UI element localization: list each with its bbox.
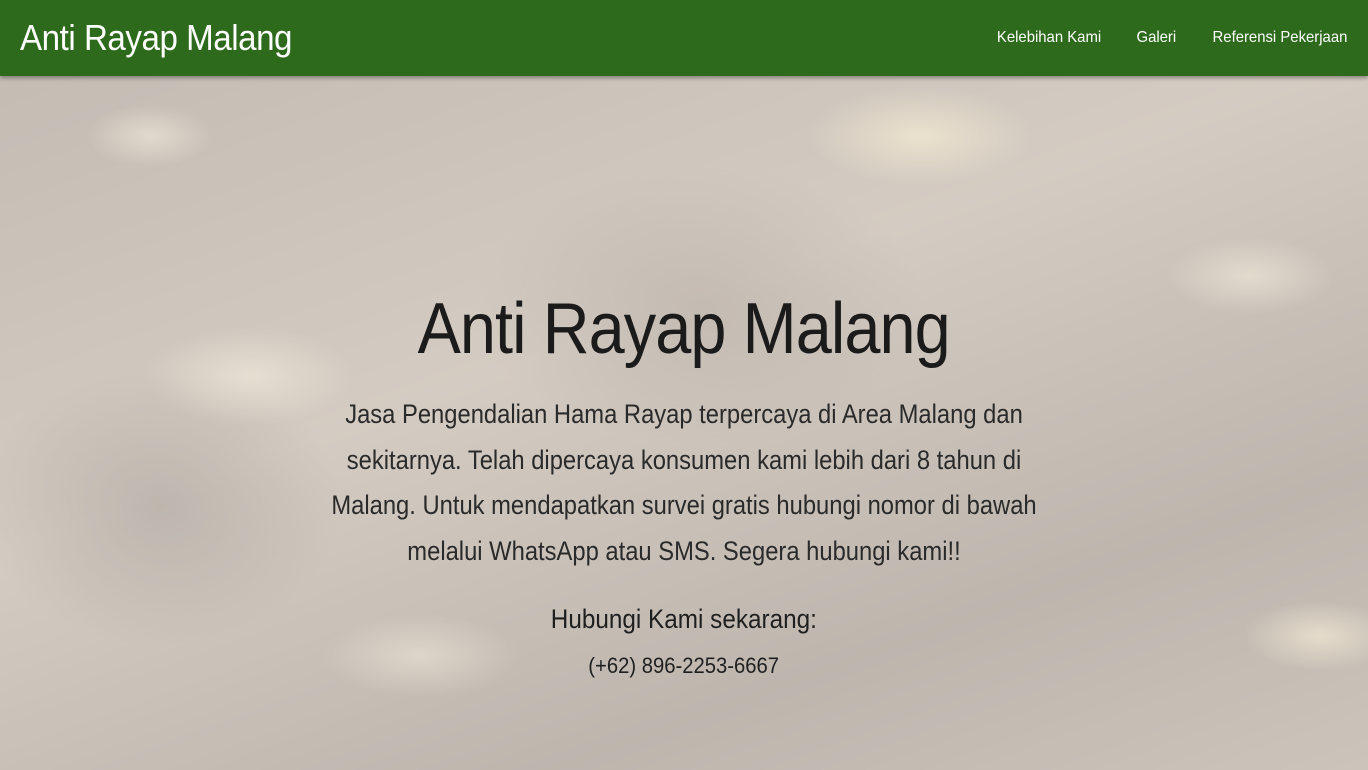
contact-heading: Hubungi Kami sekarang: (550, 604, 818, 634)
nav-link-referensi-pekerjaan[interactable]: Referensi Pekerjaan (1199, 29, 1348, 47)
hero-title: Anti Rayap Malang (417, 289, 951, 369)
hero-content: Anti Rayap Malang Jasa Pengendalian Hama… (0, 76, 1368, 770)
phone-number-link[interactable]: (+62) 896-2253-6667 (589, 653, 780, 679)
brand-link[interactable]: Anti Rayap Malang (20, 17, 292, 59)
nav-link-galeri[interactable]: Galeri (1123, 29, 1191, 47)
nav-link-kelebihan-kami[interactable]: Kelebihan Kami (983, 29, 1115, 47)
nav-links: Kelebihan Kami Galeri Referensi Pekerjaa… (978, 29, 1353, 47)
top-navbar: Anti Rayap Malang Kelebihan Kami Galeri … (0, 0, 1368, 76)
hero-section: Anti Rayap Malang Jasa Pengendalian Hama… (0, 76, 1368, 770)
hero-description: Jasa Pengendalian Hama Rayap terpercaya … (331, 399, 1037, 566)
